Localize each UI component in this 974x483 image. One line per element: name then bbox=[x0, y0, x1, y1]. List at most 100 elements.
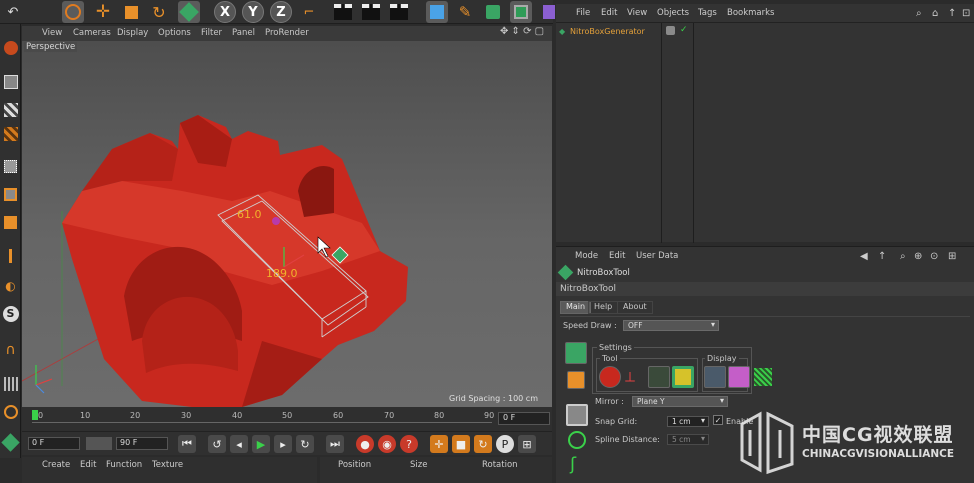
material-menu-create[interactable]: Create bbox=[42, 460, 70, 470]
rotate-tool-icon[interactable]: ↻ bbox=[148, 1, 170, 23]
om-menu-view[interactable]: View bbox=[627, 8, 647, 18]
spline-distance-field[interactable]: 5 cm bbox=[667, 434, 709, 445]
nitrobox-tool-icon[interactable] bbox=[178, 1, 200, 23]
circle-shape-icon[interactable] bbox=[568, 431, 586, 449]
am-menu-edit[interactable]: Edit bbox=[609, 251, 625, 261]
snap-grid-field[interactable]: 1 cm bbox=[667, 416, 709, 427]
nitrobox-plugin-icon[interactable] bbox=[1, 432, 20, 452]
am-menu-user-data[interactable]: User Data bbox=[636, 251, 678, 261]
array-generator-icon[interactable] bbox=[510, 1, 532, 23]
next-frame-icon[interactable]: ▸ bbox=[274, 435, 292, 453]
max-frame-field[interactable]: 90 F bbox=[116, 437, 168, 450]
x-axis-lock-button[interactable]: X bbox=[214, 1, 236, 23]
subdivision-surface-icon[interactable] bbox=[482, 1, 504, 23]
grid-snap-icon[interactable] bbox=[1, 374, 20, 394]
prev-key-icon[interactable]: ↺ bbox=[208, 435, 226, 453]
material-menu-edit[interactable]: Edit bbox=[80, 460, 96, 470]
go-to-start-icon[interactable]: ⏮ bbox=[178, 435, 196, 453]
current-frame-field[interactable]: 0 F bbox=[28, 437, 80, 450]
keyframe-selection-icon[interactable]: ? bbox=[400, 435, 418, 453]
om-menu-file[interactable]: File bbox=[576, 8, 590, 18]
end-frame-field[interactable]: 0 F bbox=[498, 412, 550, 425]
object-list[interactable]: ◆ NitroBoxGenerator ✓ bbox=[556, 22, 974, 243]
home-icon[interactable]: ⌂ bbox=[932, 8, 938, 19]
nitrobox-diamond-icon[interactable] bbox=[565, 342, 587, 364]
tab-main[interactable]: Main bbox=[560, 301, 592, 314]
axis-tool-icon[interactable]: ⟂ bbox=[625, 368, 635, 386]
cube-tool-icon[interactable] bbox=[567, 371, 585, 389]
viewport-menu-display[interactable]: Display bbox=[117, 28, 148, 38]
material-menu-texture[interactable]: Texture bbox=[152, 460, 183, 470]
up-arrow-icon[interactable]: ↑ bbox=[878, 251, 886, 262]
shield-tool-icon[interactable] bbox=[648, 366, 670, 388]
axis-mode-icon[interactable] bbox=[1, 246, 20, 266]
make-editable-icon[interactable] bbox=[1, 38, 20, 58]
scale-tool-icon[interactable] bbox=[120, 1, 142, 23]
sphere-tool-icon[interactable] bbox=[599, 366, 621, 388]
new-window-icon[interactable]: ⊞ bbox=[948, 251, 956, 262]
enable-checkbox[interactable]: ✓ bbox=[713, 415, 723, 425]
key-position-icon[interactable]: ✛ bbox=[430, 435, 448, 453]
key-pla-icon[interactable]: ⊞ bbox=[518, 435, 536, 453]
record-active-icon[interactable]: ● bbox=[356, 435, 374, 453]
next-key-icon[interactable]: ↻ bbox=[296, 435, 314, 453]
search-icon[interactable]: ⌕ bbox=[916, 8, 922, 19]
mirror-dropdown[interactable]: Plane Y bbox=[632, 396, 728, 407]
new-view-icon[interactable]: ⊡ bbox=[962, 8, 970, 19]
search-icon[interactable]: ⌕ bbox=[900, 251, 906, 262]
render-settings-icon[interactable] bbox=[388, 1, 410, 23]
z-axis-lock-button[interactable]: Z bbox=[270, 1, 292, 23]
spline-shape-icon[interactable]: ʃ bbox=[570, 454, 576, 475]
square-shape-icon[interactable] bbox=[566, 404, 588, 426]
y-axis-lock-button[interactable]: Y bbox=[242, 1, 264, 23]
go-to-end-icon[interactable]: ⏭ bbox=[326, 435, 344, 453]
frame-stepper[interactable] bbox=[86, 437, 112, 450]
select-tool-icon[interactable] bbox=[62, 1, 84, 23]
om-menu-edit[interactable]: Edit bbox=[601, 8, 617, 18]
polygons-mode-icon[interactable] bbox=[1, 212, 20, 232]
points-mode-icon[interactable] bbox=[1, 156, 20, 176]
om-menu-tags[interactable]: Tags bbox=[698, 8, 717, 18]
undo-icon[interactable]: ↶ bbox=[2, 1, 24, 23]
panel-tool-icon[interactable] bbox=[672, 366, 694, 388]
viewport-menu-options[interactable]: Options bbox=[158, 28, 191, 38]
object-row-name[interactable]: NitroBoxGenerator bbox=[570, 27, 645, 36]
am-menu-mode[interactable]: Mode bbox=[575, 251, 598, 261]
tweak-mode-icon[interactable]: ◐ bbox=[1, 276, 20, 296]
key-scale-icon[interactable]: ■ bbox=[452, 435, 470, 453]
viewport-menu-cameras[interactable]: Cameras bbox=[73, 28, 111, 38]
display-shield-icon[interactable] bbox=[704, 366, 726, 388]
om-menu-objects[interactable]: Objects bbox=[657, 8, 689, 18]
back-arrow-icon[interactable]: ◀ bbox=[860, 251, 868, 262]
key-parameter-icon[interactable]: P bbox=[496, 435, 514, 453]
speed-draw-dropdown[interactable]: OFF bbox=[623, 320, 719, 331]
display-flower-icon[interactable] bbox=[728, 366, 750, 388]
prev-frame-icon[interactable]: ◂ bbox=[230, 435, 248, 453]
render-view-icon[interactable] bbox=[332, 1, 354, 23]
key-rotation-icon[interactable]: ↻ bbox=[474, 435, 492, 453]
up-arrow-icon[interactable]: ↑ bbox=[948, 8, 956, 19]
move-tool-icon[interactable]: ✛ bbox=[92, 1, 114, 23]
enabled-check-icon[interactable]: ✓ bbox=[680, 25, 688, 35]
display-grid-icon[interactable] bbox=[754, 368, 772, 386]
pin-icon[interactable]: ⊙ bbox=[930, 251, 938, 262]
visibility-dots-icon[interactable] bbox=[666, 26, 675, 35]
tab-about[interactable]: About bbox=[617, 301, 653, 314]
edges-mode-icon[interactable] bbox=[1, 184, 20, 204]
cube-primitive-icon[interactable] bbox=[426, 1, 448, 23]
viewport-menu-view[interactable]: View bbox=[42, 28, 62, 38]
render-picture-viewer-icon[interactable] bbox=[360, 1, 382, 23]
model-mode-icon[interactable] bbox=[1, 72, 20, 92]
tab-help[interactable]: Help bbox=[588, 301, 619, 314]
material-menu-function[interactable]: Function bbox=[106, 460, 142, 470]
viewport-menu-filter[interactable]: Filter bbox=[201, 28, 222, 38]
snap-icon[interactable]: S bbox=[1, 304, 20, 324]
om-menu-bookmarks[interactable]: Bookmarks bbox=[727, 8, 775, 18]
timeline-ruler[interactable]: 0 10 20 30 40 50 60 70 80 90 0 F bbox=[22, 407, 552, 431]
autokey-icon[interactable]: ◉ bbox=[378, 435, 396, 453]
texture-mode-icon[interactable] bbox=[1, 100, 20, 120]
lock-icon[interactable]: ⊕ bbox=[914, 251, 922, 262]
play-icon[interactable]: ▶ bbox=[252, 435, 270, 453]
magnet-icon[interactable]: ∩ bbox=[1, 340, 20, 360]
pen-spline-icon[interactable]: ✎ bbox=[454, 1, 476, 23]
